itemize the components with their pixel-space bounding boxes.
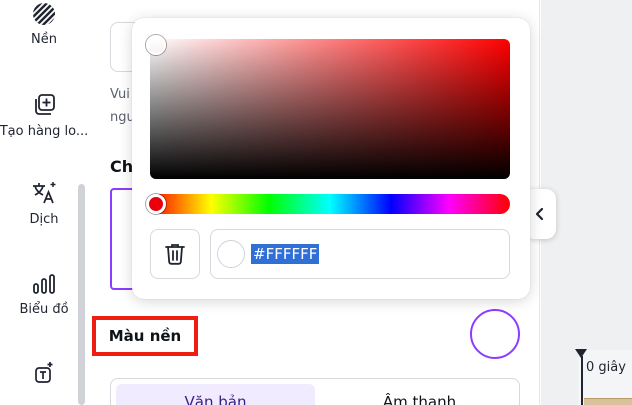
background-color-swatch[interactable] (470, 309, 520, 359)
tab-audio[interactable]: Âm thanh (320, 379, 519, 405)
tab-text[interactable]: Văn bản (116, 384, 315, 405)
rail-item-bulk-create[interactable]: Tạo hàng lo... (0, 92, 88, 139)
timeline-clip[interactable] (584, 398, 632, 405)
hue-handle[interactable] (146, 194, 166, 214)
chevron-left-icon (535, 207, 544, 221)
rail-item-label: Dịch (29, 212, 59, 227)
bulk-create-icon (35, 94, 55, 115)
rail-item-background[interactable]: Nền (0, 2, 88, 47)
rail-item-label: Biểu đồ (19, 302, 69, 317)
hex-color-field[interactable]: #FFFFFF (210, 229, 510, 279)
trash-icon (165, 244, 185, 265)
current-color-dot (217, 240, 245, 268)
rail-item-text-frame[interactable] (0, 360, 88, 386)
saturation-area[interactable] (150, 39, 510, 179)
delete-color-button[interactable] (150, 229, 200, 279)
chart-icon (33, 274, 55, 294)
translate-icon (33, 182, 56, 204)
content-tabs: Văn bản Âm thanh (110, 378, 520, 405)
hint-text-line1: Vui (110, 87, 130, 102)
rail-item-translate[interactable]: Dịch (0, 180, 88, 227)
playhead-handle[interactable] (575, 349, 587, 358)
hatch-background-icon (33, 3, 55, 25)
left-rail: Nền Tạo hàng lo... Dịch Biểu đồ (0, 0, 88, 405)
rail-item-label: Tạo hàng lo... (0, 124, 89, 139)
section-heading: Ch (110, 157, 134, 176)
background-color-highlight: Màu nền (92, 316, 198, 356)
color-picker-popover: #FFFFFF (132, 18, 530, 299)
playhead-line[interactable] (581, 356, 583, 405)
rail-item-charts[interactable]: Biểu đồ (0, 272, 88, 317)
saturation-handle[interactable] (146, 35, 166, 55)
rail-scrollbar[interactable] (78, 184, 85, 405)
timeline (578, 350, 632, 405)
rail-item-label: Nền (31, 32, 57, 47)
text-frame-icon (35, 362, 53, 383)
hex-color-input[interactable]: #FFFFFF (251, 244, 320, 264)
time-label: 0 giây (586, 360, 626, 375)
background-color-label: Màu nền (108, 327, 182, 345)
hue-slider[interactable] (150, 194, 510, 214)
